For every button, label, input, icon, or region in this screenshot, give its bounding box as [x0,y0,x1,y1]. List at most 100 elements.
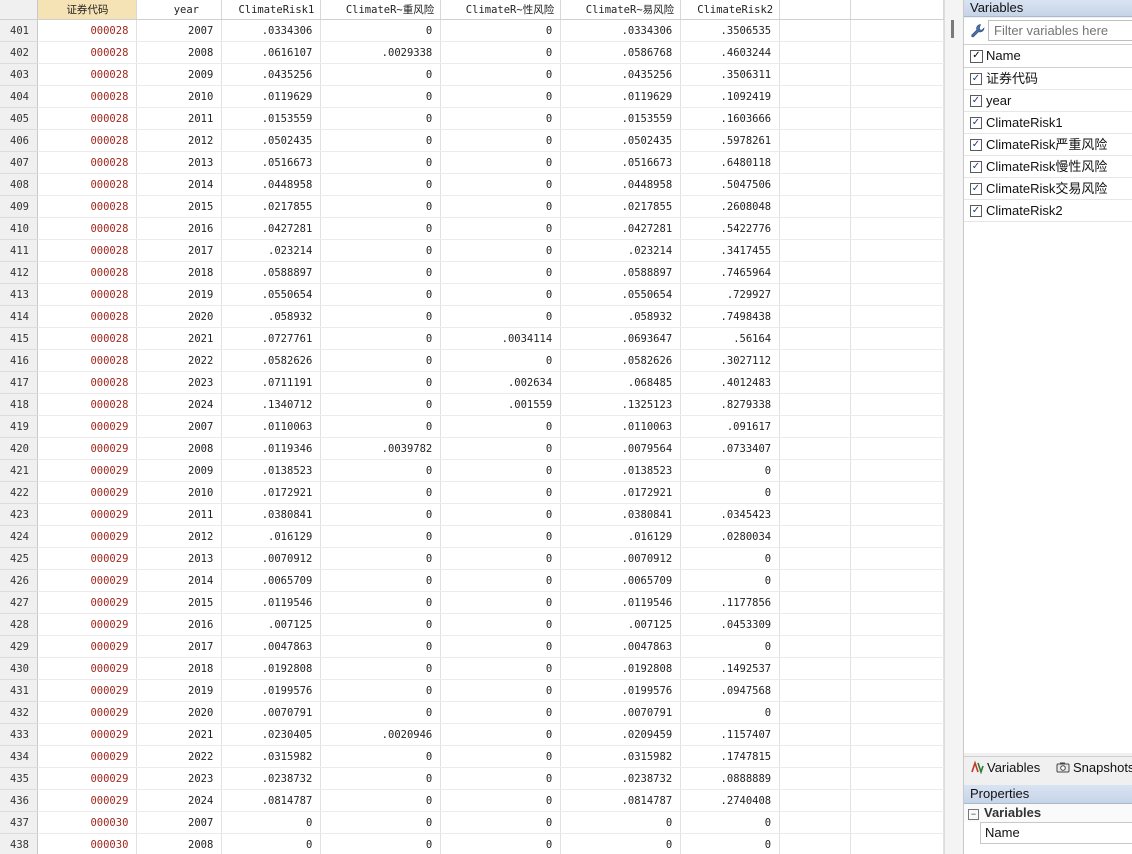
cell-transition-risk[interactable]: .1325123 [560,393,682,416]
cell-climaterisk1[interactable]: .0427281 [221,217,322,240]
cell-chronic-risk[interactable]: 0 [440,503,562,526]
cell-chronic-risk[interactable]: 0 [440,129,562,152]
cell-code[interactable]: 000029 [37,635,138,658]
column-header-climaterisk1[interactable]: ClimateRisk1 [221,0,322,20]
cell-chronic-risk[interactable]: 0 [440,547,562,570]
cell-code[interactable]: 000028 [37,217,138,240]
cell-chronic-risk[interactable]: .002634 [440,371,562,394]
cell-empty[interactable] [779,63,852,86]
cell-transition-risk[interactable]: .0550654 [560,283,682,306]
cell-empty[interactable] [850,459,944,482]
cell-year[interactable]: 2017 [136,635,223,658]
cell-climaterisk2[interactable]: .3027112 [680,349,781,372]
cell-chronic-risk[interactable]: 0 [440,41,562,64]
cell-empty[interactable] [779,811,852,834]
cell-chronic-risk[interactable]: 0 [440,767,562,790]
properties-group-variables[interactable]: − Variables [964,804,1132,822]
cell-severe-risk[interactable]: 0 [320,217,442,240]
cell-severe-risk[interactable]: 0 [320,481,442,504]
cell-climaterisk2[interactable]: 0 [680,569,781,592]
cell-transition-risk[interactable]: .0448958 [560,173,682,196]
cell-severe-risk[interactable]: 0 [320,789,442,812]
cell-empty[interactable] [779,305,852,328]
cell-severe-risk[interactable]: 0 [320,679,442,702]
cell-severe-risk[interactable]: 0 [320,613,442,636]
cell-empty[interactable] [850,745,944,768]
cell-climaterisk1[interactable]: .0516673 [221,151,322,174]
cell-code[interactable]: 000029 [37,591,138,614]
cell-empty[interactable] [850,833,944,854]
cell-climaterisk1[interactable]: .0119346 [221,437,322,460]
cell-chronic-risk[interactable]: 0 [440,679,562,702]
cell-climaterisk1[interactable]: .1340712 [221,393,322,416]
cell-climaterisk1[interactable]: .0616107 [221,41,322,64]
cell-chronic-risk[interactable]: 0 [440,701,562,724]
cell-year[interactable]: 2016 [136,613,223,636]
cell-empty[interactable] [850,195,944,218]
cell-transition-risk[interactable]: .0586768 [560,41,682,64]
cell-empty[interactable] [850,41,944,64]
cell-transition-risk[interactable]: .0516673 [560,151,682,174]
variable-checkbox[interactable]: ✓ [970,95,982,107]
cell-empty[interactable] [850,217,944,240]
cell-empty[interactable] [850,591,944,614]
cell-year[interactable]: 2007 [136,811,223,834]
cell-climaterisk2[interactable]: .7498438 [680,305,781,328]
cell-severe-risk[interactable]: .0039782 [320,437,442,460]
cell-chronic-risk[interactable]: 0 [440,811,562,834]
cell-code[interactable]: 000028 [37,19,138,42]
cell-code[interactable]: 000030 [37,811,138,834]
cell-severe-risk[interactable]: 0 [320,503,442,526]
cell-chronic-risk[interactable]: 0 [440,195,562,218]
cell-climaterisk2[interactable]: 0 [680,833,781,854]
cell-empty[interactable] [850,723,944,746]
cell-empty[interactable] [850,503,944,526]
cell-severe-risk[interactable]: 0 [320,151,442,174]
variable-filter-input[interactable] [988,20,1132,41]
cell-empty[interactable] [850,481,944,504]
cell-empty[interactable] [779,393,852,416]
cell-transition-risk[interactable]: .016129 [560,525,682,548]
cell-code[interactable]: 000028 [37,261,138,284]
variable-list-item[interactable]: ✓ ClimateRisk2 [964,200,1132,222]
cell-transition-risk[interactable]: .0192808 [560,657,682,680]
cell-code[interactable]: 000029 [37,503,138,526]
cell-empty[interactable] [850,415,944,438]
cell-severe-risk[interactable]: .0029338 [320,41,442,64]
cell-transition-risk[interactable]: .0199576 [560,679,682,702]
cell-climaterisk1[interactable]: .0582626 [221,349,322,372]
cell-empty[interactable] [779,701,852,724]
cell-year[interactable]: 2009 [136,63,223,86]
cell-climaterisk2[interactable]: .1157407 [680,723,781,746]
cell-year[interactable]: 2009 [136,459,223,482]
cell-code[interactable]: 000029 [37,547,138,570]
cell-code[interactable]: 000028 [37,173,138,196]
cell-chronic-risk[interactable]: 0 [440,107,562,130]
cell-code[interactable]: 000029 [37,679,138,702]
cell-severe-risk[interactable]: 0 [320,305,442,328]
cell-year[interactable]: 2008 [136,833,223,854]
cell-year[interactable]: 2015 [136,591,223,614]
cell-severe-risk[interactable]: 0 [320,525,442,548]
select-all-checkbox[interactable]: ✓ [970,50,983,63]
cell-empty[interactable] [850,657,944,680]
cell-climaterisk1[interactable]: .016129 [221,525,322,548]
cell-severe-risk[interactable]: 0 [320,107,442,130]
cell-empty[interactable] [850,239,944,262]
cell-climaterisk2[interactable]: .8279338 [680,393,781,416]
cell-empty[interactable] [779,503,852,526]
cell-empty[interactable] [779,151,852,174]
cell-climaterisk2[interactable]: .0453309 [680,613,781,636]
cell-transition-risk[interactable]: .0502435 [560,129,682,152]
cell-transition-risk[interactable]: .0334306 [560,19,682,42]
cell-code[interactable]: 000029 [37,459,138,482]
cell-climaterisk1[interactable]: .0070791 [221,701,322,724]
cell-climaterisk1[interactable]: .0588897 [221,261,322,284]
column-header-chronic-risk[interactable]: ClimateR~性风险 [440,0,562,20]
cell-climaterisk1[interactable]: .0550654 [221,283,322,306]
properties-name-row[interactable]: Name [964,822,1132,844]
cell-severe-risk[interactable]: 0 [320,459,442,482]
cell-year[interactable]: 2021 [136,723,223,746]
cell-climaterisk1[interactable]: .0727761 [221,327,322,350]
variable-list-item[interactable]: ✓ ClimateRisk严重风险 [964,134,1132,156]
